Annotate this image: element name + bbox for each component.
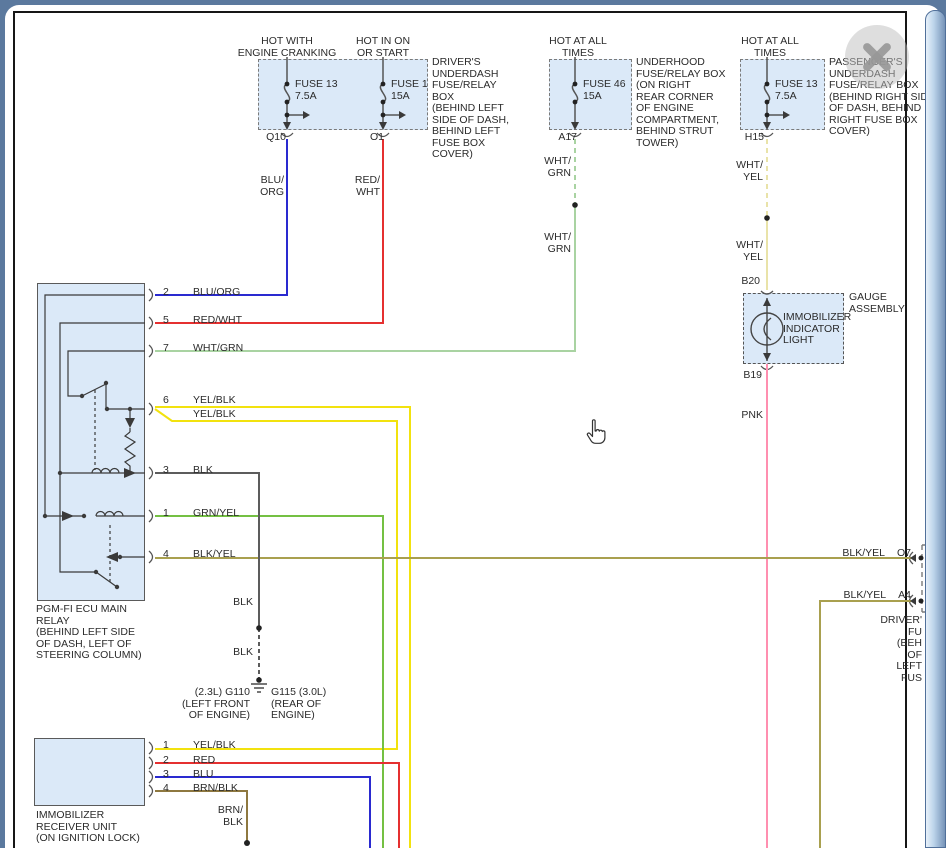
vertical-scrollbar[interactable] xyxy=(925,10,946,848)
relay-pin-7: 7WHT/GRN xyxy=(163,343,243,355)
underhood-fusebox-label: UNDERHOOD FUSE/RELAY BOX (ON RIGHT REAR … xyxy=(636,57,725,149)
wiring-diagram-viewer: { "colors": { "blu_org": "#2a2ad0", "red… xyxy=(0,0,946,848)
fuse-13-driver-label: FUSE 13 7.5A xyxy=(295,79,338,102)
wire-blu-org xyxy=(155,139,287,295)
diagram-area: HOT WITH ENGINE CRANKING HOT IN ON OR ST… xyxy=(13,11,925,848)
wire-label-blk-2: BLK xyxy=(233,647,253,659)
fuse-13-passenger-label: FUSE 13 7.5A xyxy=(775,79,818,102)
connector-q10: Q10 xyxy=(266,132,286,144)
indicator-light-label: IMMOBILIZER INDICATOR LIGHT xyxy=(783,312,851,347)
connector-b20: B20 xyxy=(741,276,760,288)
rail-title-hot-all-times-2: HOT AT ALL TIMES xyxy=(741,36,799,59)
relay-pin-6b: YEL/BLK xyxy=(163,409,236,421)
relay-internal-marks xyxy=(43,381,136,589)
wire-grn-yel xyxy=(155,516,383,848)
connector-arcs xyxy=(149,133,913,797)
connector-b19: B19 xyxy=(743,370,762,382)
wire-label-blk-yel-a4: BLK/YELA4 xyxy=(844,590,911,602)
ground-g115-label: G115 (3.0L) (REAR OF ENGINE) xyxy=(271,687,326,722)
fuse-1-label: FUSE 1 15A xyxy=(391,79,428,102)
relay-pin-4: 4BLK/YEL xyxy=(163,549,236,561)
wire-wht-grn xyxy=(155,205,575,351)
connector-a17: A17 xyxy=(558,132,577,144)
relay-label: PGM-FI ECU MAIN RELAY (BEHIND LEFT SIDE … xyxy=(36,604,142,662)
rail-title-hot-all-times-1: HOT AT ALL TIMES xyxy=(549,36,607,59)
relay-internals xyxy=(45,295,145,587)
connector-o1: O1 xyxy=(370,132,384,144)
wire-label-wht-yel-1: WHT/ YEL xyxy=(736,160,763,183)
wire-label-wht-grn-2: WHT/ GRN xyxy=(544,232,571,255)
relay-pin-5: 5RED/WHT xyxy=(163,315,242,327)
relay-pin-6: 6YEL/BLK xyxy=(163,395,236,407)
wire-label-brn-blk: BRN/ BLK xyxy=(218,805,243,828)
driver-fusebox-label: DRIVER'S UNDERDASH FUSE/RELAY BOX (BEHIN… xyxy=(432,57,509,161)
relay-pin-1: 1GRN/YEL xyxy=(163,508,239,520)
receiver-label: IMMOBILIZER RECEIVER UNIT (ON IGNITION L… xyxy=(36,810,140,845)
cursor-icon xyxy=(587,420,605,444)
fuse-46-label: FUSE 46 15A xyxy=(583,79,626,102)
receiver-pin-1: 1YEL/BLK xyxy=(163,740,236,752)
ground-symbol xyxy=(251,684,267,692)
wire-label-blk-yel-o7: BLK/YELO7 xyxy=(842,548,911,560)
wire-label-wht-grn-1: WHT/ GRN xyxy=(544,156,571,179)
indicator-lamp-icon xyxy=(751,298,783,361)
wire-label-blk-1: BLK xyxy=(233,597,253,609)
wire-label-wht-yel-2: WHT/ YEL xyxy=(736,240,763,263)
connector-h15: H15 xyxy=(745,132,764,144)
receiver-pin-2: 2RED xyxy=(163,755,215,767)
close-button[interactable] xyxy=(845,25,909,89)
gauge-assembly-label: GAUGE ASSEMBLY xyxy=(849,292,905,315)
relay-pin-2: 2BLU/ORG xyxy=(163,287,240,299)
receiver-pin-3: 3BLU xyxy=(163,769,213,781)
wire-label-red-wht: RED/ WHT xyxy=(355,175,380,198)
wire-label-blu-org: BLU/ ORG xyxy=(260,175,284,198)
wire-label-pnk: PNK xyxy=(741,410,763,422)
rail-title-engine-cranking: HOT WITH ENGINE CRANKING xyxy=(238,36,337,59)
right-clipped-label: DRIVER' FU (BEH OF LEFT FUS xyxy=(880,615,922,684)
right-connector-arrows xyxy=(910,554,924,605)
receiver-pin-4: 4BRN/BLK xyxy=(163,783,238,795)
rail-title-on-start: HOT IN ON OR START xyxy=(356,36,410,59)
relay-pin-3: 3BLK xyxy=(163,465,213,477)
ground-g110-label: (2.3L) G110 (LEFT FRONT OF ENGINE) xyxy=(182,687,250,722)
